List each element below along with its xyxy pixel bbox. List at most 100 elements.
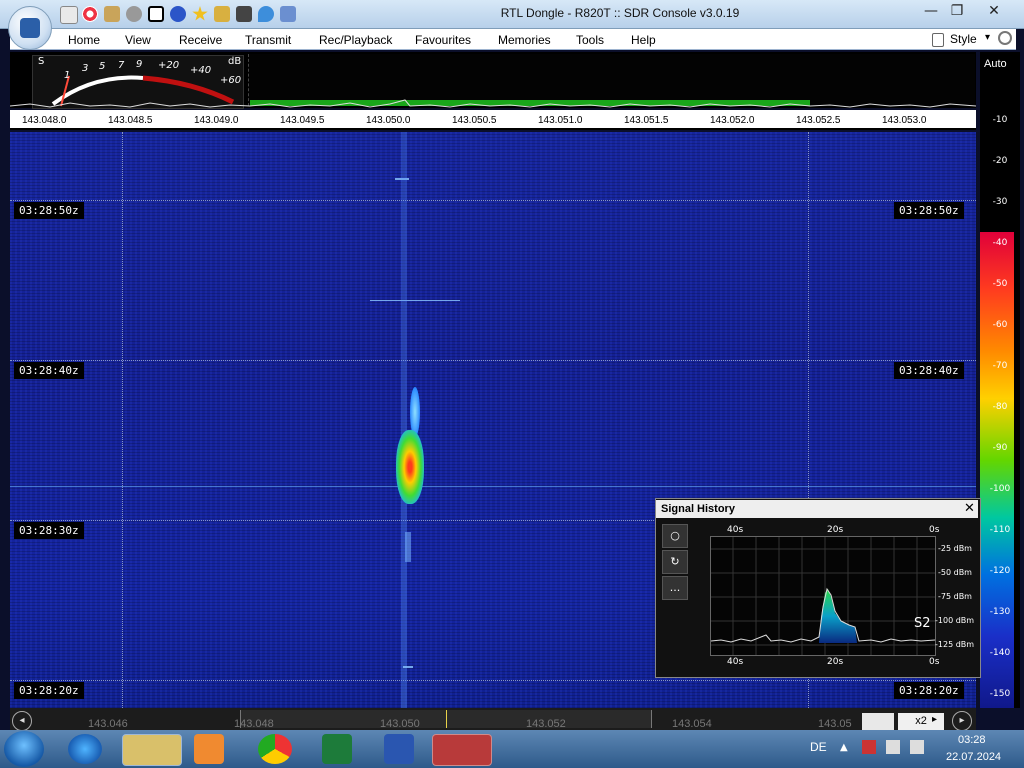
db-tick: -10 bbox=[992, 115, 1008, 125]
stop-icon[interactable] bbox=[148, 6, 164, 22]
drop-icon[interactable] bbox=[258, 6, 274, 22]
close-button[interactable]: ✕ bbox=[972, 2, 1016, 20]
gear-icon[interactable] bbox=[998, 31, 1012, 45]
scroll-right-icon[interactable]: ▸ bbox=[952, 711, 972, 731]
meter-scale-5: 5 bbox=[99, 61, 106, 72]
scroll-tick: 143.046 bbox=[88, 718, 128, 730]
sh-x-tick-top: 20s bbox=[827, 525, 844, 535]
carrier-trace bbox=[10, 486, 976, 487]
sh-y-tick: -100 dBm bbox=[935, 616, 975, 625]
sh-y-tick: -25 dBm bbox=[938, 544, 972, 553]
start-button[interactable] bbox=[4, 731, 44, 767]
record-button[interactable]: ○ bbox=[662, 524, 688, 548]
clock-date[interactable]: 22.07.2024 bbox=[946, 751, 1001, 763]
db-tick: -20 bbox=[992, 156, 1008, 166]
sh-x-tick-top: 0s bbox=[929, 525, 940, 535]
time-gridline bbox=[10, 200, 976, 201]
freq-tick: 143.053.0 bbox=[882, 115, 927, 126]
time-label-left: 03:28:20z bbox=[14, 682, 84, 699]
menu-help[interactable]: Help bbox=[631, 33, 656, 47]
freq-tick: 143.049.5 bbox=[280, 115, 325, 126]
zoom-arrow-icon[interactable]: ▸ bbox=[932, 714, 937, 725]
sh-x-tick-bottom: 40s bbox=[727, 657, 744, 667]
db-tick: -150 bbox=[989, 689, 1011, 699]
refresh-button[interactable]: ↻ bbox=[662, 550, 688, 574]
freq-tick: 143.050.5 bbox=[452, 115, 497, 126]
explorer-icon[interactable] bbox=[122, 734, 182, 766]
menu-memories[interactable]: Memories bbox=[498, 33, 551, 47]
meter-scale-40: +40 bbox=[190, 65, 212, 76]
signal-history-chart bbox=[711, 537, 935, 655]
filter-edge-left[interactable] bbox=[122, 132, 123, 708]
tray-app-icon[interactable] bbox=[862, 740, 876, 754]
sh-y-tick: -125 dBm bbox=[935, 640, 975, 649]
scroll-tick: 143.050 bbox=[380, 718, 420, 730]
menu-rec-playback[interactable]: Rec/Playback bbox=[319, 33, 392, 47]
keyboard-icon[interactable] bbox=[862, 713, 894, 730]
signal-history-title: Signal History bbox=[661, 503, 735, 515]
excel-icon[interactable] bbox=[322, 734, 352, 764]
db-tick: -110 bbox=[989, 525, 1011, 535]
home-icon[interactable] bbox=[60, 6, 78, 24]
speaker-icon[interactable] bbox=[910, 740, 924, 754]
time-label-right: 03:28:50z bbox=[894, 202, 964, 219]
db-tick: -90 bbox=[992, 443, 1008, 453]
meter-scale-3: 3 bbox=[82, 63, 89, 74]
sh-y-tick: -75 dBm bbox=[938, 592, 972, 601]
chevron-down-icon[interactable]: ▾ bbox=[985, 32, 990, 43]
meter-scale-7: 7 bbox=[118, 60, 125, 71]
sh-y-tick: -50 dBm bbox=[938, 568, 972, 577]
signal-streak bbox=[403, 666, 413, 668]
minimize-button[interactable]: — bbox=[918, 2, 944, 20]
signal-history-close-button[interactable]: ✕ bbox=[964, 501, 975, 516]
style-dropdown[interactable]: Style bbox=[950, 32, 977, 46]
freq-tick: 143.048.5 bbox=[108, 115, 153, 126]
play-icon[interactable] bbox=[126, 6, 142, 22]
auto-button[interactable]: Auto bbox=[984, 58, 1007, 70]
menu-receive[interactable]: Receive bbox=[179, 33, 222, 47]
scroll-tick: 143.052 bbox=[526, 718, 566, 730]
menu-view[interactable]: View bbox=[125, 33, 151, 47]
db-tick: -130 bbox=[989, 607, 1011, 617]
db-tick: -50 bbox=[992, 279, 1008, 289]
network-icon[interactable] bbox=[886, 740, 900, 754]
sh-x-tick-top: 40s bbox=[727, 525, 744, 535]
undo-icon[interactable] bbox=[280, 6, 296, 22]
app-menu-button[interactable] bbox=[8, 6, 52, 50]
db-label: dB bbox=[228, 56, 242, 67]
more-button[interactable]: ... bbox=[662, 576, 688, 600]
sdr-console-taskbar-icon[interactable] bbox=[432, 734, 492, 766]
chrome-icon[interactable] bbox=[258, 734, 292, 764]
language-indicator[interactable]: DE bbox=[810, 740, 827, 754]
scroll-left-icon[interactable]: ◂ bbox=[12, 711, 32, 731]
zoom-button[interactable]: x2 bbox=[898, 713, 944, 730]
menu-home[interactable]: Home bbox=[68, 33, 100, 47]
meter-scale-20: +20 bbox=[158, 60, 180, 71]
media-player-icon[interactable] bbox=[194, 734, 224, 764]
scroll-tick: 143.054 bbox=[672, 718, 712, 730]
add-icon[interactable] bbox=[170, 6, 186, 22]
time-label-left: 03:28:30z bbox=[14, 522, 84, 539]
db-tick: -60 bbox=[992, 320, 1008, 330]
maximize-button[interactable]: ❐ bbox=[944, 2, 970, 20]
internet-explorer-icon[interactable] bbox=[68, 734, 102, 764]
style-icon bbox=[932, 33, 944, 47]
time-gridline bbox=[10, 680, 976, 681]
center-trace bbox=[401, 132, 407, 708]
clock-time[interactable]: 03:28 bbox=[958, 734, 986, 746]
camera-icon[interactable] bbox=[236, 6, 252, 22]
db-tick: -40 bbox=[992, 238, 1008, 248]
lifebuoy-icon[interactable] bbox=[82, 6, 98, 22]
lock-icon[interactable] bbox=[214, 6, 230, 22]
word-icon[interactable] bbox=[384, 734, 414, 764]
s-reading: S2 bbox=[914, 616, 931, 631]
menu-transmit[interactable]: Transmit bbox=[245, 33, 291, 47]
meter-scale-9: 9 bbox=[136, 59, 143, 70]
menu-tools[interactable]: Tools bbox=[576, 33, 604, 47]
folder-icon[interactable] bbox=[104, 6, 120, 22]
tray-expand-icon[interactable]: ▲ bbox=[840, 742, 848, 753]
app-logo-icon bbox=[20, 18, 40, 38]
sh-x-tick-bottom: 20s bbox=[827, 657, 844, 667]
freq-tick: 143.052.5 bbox=[796, 115, 841, 126]
menu-favourites[interactable]: Favourites bbox=[415, 33, 471, 47]
